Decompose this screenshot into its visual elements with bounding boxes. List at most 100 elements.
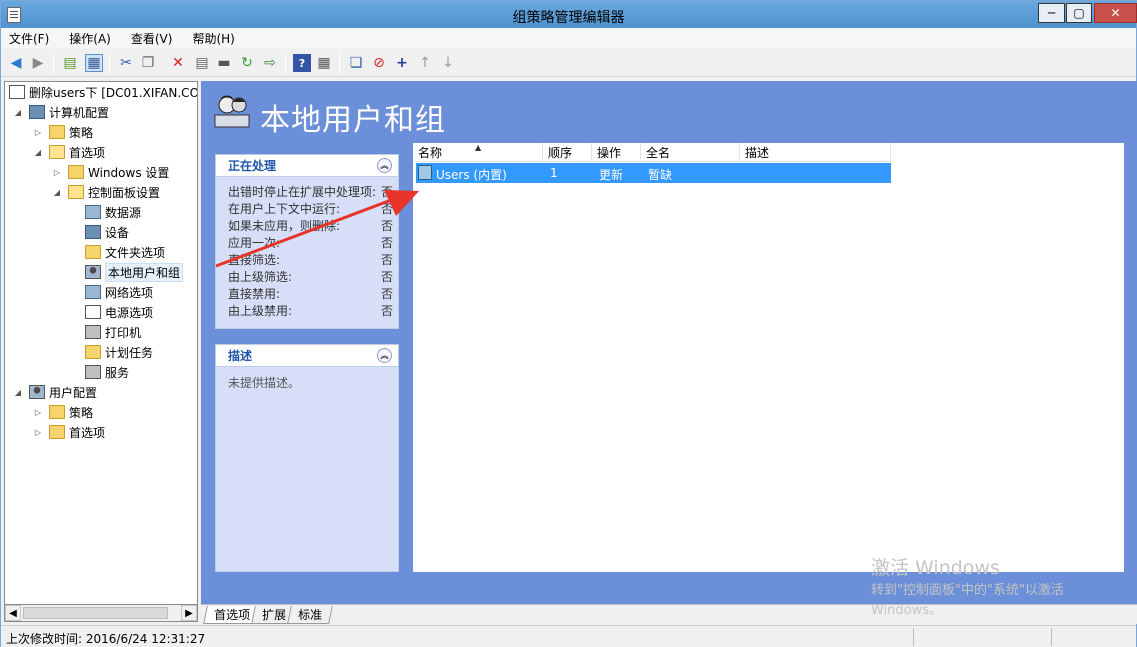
tree-scheduled-tasks[interactable]: 计划任务 [85, 343, 153, 361]
collapse-arrow-icon[interactable]: ◢ [13, 107, 23, 117]
tree-data-sources[interactable]: 数据源 [85, 203, 141, 221]
processing-row: 直接禁用: 否 [228, 287, 393, 301]
computer-icon [29, 105, 45, 119]
group-icon [418, 165, 432, 180]
forward-icon[interactable]: ▶ [29, 54, 47, 72]
processing-panel: 正在处理 ︽ 出错时停止在扩展中处理项: 否 在用户上下文中运行: 否 如果未应用，… [215, 154, 399, 329]
scroll-right-icon[interactable]: ▶ [181, 605, 197, 621]
scheduled-task-icon [85, 345, 101, 359]
maximize-button[interactable]: ▢ [1066, 3, 1092, 23]
collapse-arrow-icon[interactable]: ◢ [33, 147, 43, 157]
show-pane-icon[interactable]: ▦ [315, 54, 333, 72]
folder-icon [49, 425, 65, 439]
tree-computer-config[interactable]: ◢ 计算机配置 [13, 103, 109, 121]
properties-icon[interactable]: ▤ [193, 54, 211, 72]
collapse-arrow-icon[interactable]: ◢ [52, 187, 62, 197]
tree-folder-options[interactable]: 文件夹选项 [85, 243, 165, 261]
column-header-description[interactable]: 描述 [740, 143, 891, 162]
status-bar: 上次修改时间: 2016/6/24 12:31:27 [1, 625, 1136, 647]
gpo-icon [9, 85, 25, 99]
help-icon[interactable]: ? [293, 54, 311, 72]
move-down-icon[interactable]: ↓ [439, 54, 457, 72]
column-header-action[interactable]: 操作 [592, 143, 641, 162]
menu-file[interactable]: 文件(F) [7, 30, 51, 47]
device-icon [85, 225, 101, 239]
description-panel-header[interactable]: 描述 ︽ [216, 345, 398, 367]
tree-windows-settings[interactable]: ▷ Windows 设置 [52, 163, 169, 181]
main-window: 组策略管理编辑器 ─ ▢ ✕ 文件(F) 操作(A) 查看(V) 帮助(H) ◀… [0, 0, 1137, 647]
tab-standard[interactable]: 标准 [287, 606, 333, 624]
tree-local-users-groups[interactable]: 本地用户和组 [85, 262, 184, 282]
up-folder-icon[interactable]: ▤ [61, 54, 79, 72]
print-icon[interactable]: ▬ [215, 54, 233, 72]
processing-row: 由上级筛选: 否 [228, 270, 393, 284]
view-tabs: 首选项 扩展 标准 [201, 604, 1137, 624]
stop-icon[interactable]: ⊘ [370, 54, 388, 72]
toolbar-separator [339, 53, 340, 73]
delete-icon[interactable]: ✕ [169, 54, 187, 72]
scroll-left-icon[interactable]: ◀ [5, 605, 21, 621]
toolbar-separator [53, 53, 54, 73]
tree-power-options[interactable]: 电源选项 [85, 303, 153, 321]
description-panel: 描述 ︽ 未提供描述。 [215, 344, 399, 572]
collapse-arrow-icon[interactable]: ◢ [13, 387, 23, 397]
folder-options-icon [85, 245, 101, 259]
tree-network-options[interactable]: 网络选项 [85, 283, 153, 301]
processing-row: 如果未应用，则删除: 否 [228, 219, 393, 233]
status-divider [913, 628, 914, 646]
users-icon [85, 265, 101, 279]
page-title: 本地用户和组 [260, 103, 446, 138]
cut-icon[interactable]: ✂ [117, 54, 135, 72]
sort-ascending-icon: ▲ [475, 143, 482, 152]
folder-open-icon [49, 145, 65, 159]
column-header-fullname[interactable]: 全名 [641, 143, 740, 162]
collapse-up-icon[interactable]: ︽ [377, 348, 392, 363]
tree-root[interactable]: 删除users下 [DC01.XIFAN.CO [9, 83, 197, 101]
tree-policies[interactable]: ▷ 策略 [33, 123, 93, 141]
copy-icon[interactable]: ❐ [139, 54, 157, 72]
status-divider [1051, 628, 1052, 646]
collapse-up-icon[interactable]: ︽ [377, 158, 392, 173]
toolbar-separator [109, 53, 110, 73]
processing-panel-header[interactable]: 正在处理 ︽ [216, 155, 398, 177]
local-users-icon [214, 95, 250, 128]
refresh-icon[interactable]: ↻ [238, 54, 256, 72]
tree-devices[interactable]: 设备 [85, 223, 129, 241]
add-icon[interactable]: + [393, 54, 411, 72]
minimize-button[interactable]: ─ [1038, 3, 1065, 23]
expand-arrow-icon[interactable]: ▷ [33, 427, 43, 437]
list-item[interactable]: Users (内置) 1 更新 暂缺 [416, 163, 891, 183]
folder-icon [49, 125, 65, 139]
expand-arrow-icon[interactable]: ▷ [52, 167, 62, 177]
processing-row: 应用一次: 否 [228, 236, 393, 250]
tree-printers[interactable]: 打印机 [85, 323, 141, 341]
tree-services[interactable]: 服务 [85, 363, 129, 381]
menu-view[interactable]: 查看(V) [129, 30, 175, 47]
printer-icon [85, 325, 101, 339]
column-header-order[interactable]: 顺序 [543, 143, 592, 162]
show-hide-tree-icon[interactable]: ▦ [85, 54, 103, 72]
scroll-thumb[interactable] [23, 607, 168, 619]
close-button[interactable]: ✕ [1094, 3, 1137, 23]
tree-user-config[interactable]: ◢ 用户配置 [13, 383, 97, 401]
tree-user-preferences[interactable]: ▷ 首选项 [33, 423, 105, 441]
menu-help[interactable]: 帮助(H) [190, 30, 236, 47]
processing-row: 由上级禁用: 否 [228, 304, 393, 318]
title-bar[interactable]: 组策略管理编辑器 ─ ▢ ✕ [1, 1, 1137, 28]
expand-arrow-icon[interactable]: ▷ [33, 407, 43, 417]
export-icon[interactable]: ⇨ [261, 54, 279, 72]
column-header-name[interactable]: 名称 ▲ [413, 143, 543, 162]
new-item-icon[interactable]: ❏ [347, 54, 365, 72]
console-tree: 删除users下 [DC01.XIFAN.CO ◢ 计算机配置 ▷ 策略 ◢ 首… [4, 81, 198, 622]
tree-control-panel-settings[interactable]: ◢ 控制面板设置 [52, 183, 160, 201]
tree-preferences[interactable]: ◢ 首选项 [33, 143, 105, 161]
network-icon [85, 285, 101, 299]
expand-arrow-icon[interactable]: ▷ [33, 127, 43, 137]
menu-action[interactable]: 操作(A) [67, 30, 113, 47]
user-config-icon [29, 385, 45, 399]
tree-user-policies[interactable]: ▷ 策略 [33, 403, 93, 421]
move-up-icon[interactable]: ↑ [416, 54, 434, 72]
tree-horizontal-scrollbar[interactable]: ◀ ▶ [4, 604, 198, 622]
toolbar: ◀ ▶ ▤ ▦ ✂ ❐ ✕ ▤ ▬ ↻ ⇨ ? ▦ ❏ ⊘ + ↑ ↓ [1, 49, 1136, 77]
back-icon[interactable]: ◀ [7, 54, 25, 72]
